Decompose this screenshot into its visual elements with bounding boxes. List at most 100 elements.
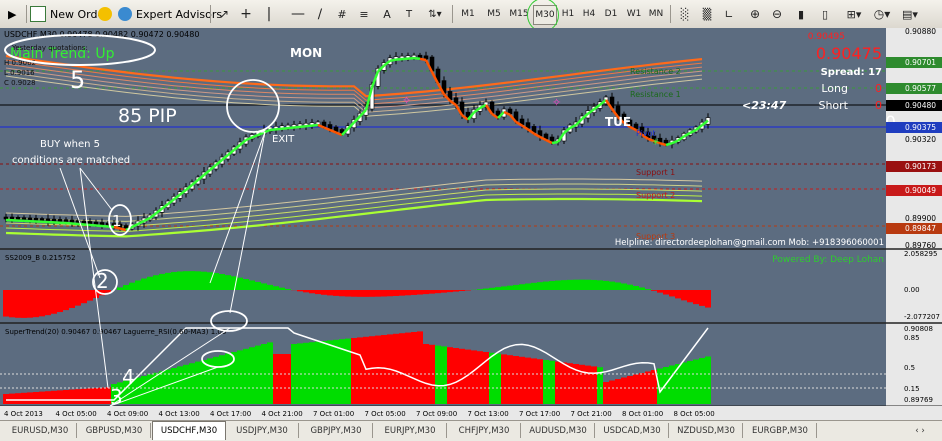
supertrend-bar (135, 378, 141, 404)
candle-body (10, 217, 14, 219)
supertrend-bar (525, 358, 531, 404)
expert-advisors-button[interactable]: Expert Advisors (98, 4, 222, 24)
chart-shift-icon[interactable]: ▯ (816, 5, 834, 23)
bar-chart-icon[interactable]: ░ (676, 5, 694, 23)
zoom-out-icon[interactable]: ⊖ (768, 5, 786, 23)
price-tick-label: 0.89847 (905, 224, 936, 233)
ss2009-bar (693, 290, 699, 304)
supertrend-bar (633, 375, 639, 405)
trendline-icon[interactable]: ∕ (312, 5, 328, 23)
ss2009-bar (135, 280, 141, 290)
supertrend-bar (183, 365, 189, 404)
timeframe-h1[interactable]: H1 (559, 5, 577, 23)
line-chart-icon[interactable]: ∟ (720, 5, 738, 23)
channel-icon[interactable]: # (334, 5, 350, 23)
symbol-tab[interactable]: GBPJPY,M30 (300, 423, 373, 438)
supertrend-bar (591, 366, 597, 404)
supertrend-line (552, 142, 558, 143)
symbol-tab[interactable]: NZDUSD,M30 (670, 423, 743, 438)
symbol-tab[interactable]: EURUSD,M30 (4, 423, 77, 438)
supertrend-bar (333, 340, 339, 404)
supertrend-bar (693, 360, 699, 405)
ss2009-bar (447, 290, 453, 292)
candlestick-icon[interactable]: ▒ (698, 5, 716, 23)
indicator-tick-label: 0.00 (904, 286, 920, 294)
ss2009-bar (423, 290, 429, 294)
supertrend-bar (555, 362, 561, 404)
arrows-icon[interactable]: ⇅▾ (424, 5, 446, 23)
templates-icon[interactable]: ▤▾ (898, 5, 922, 23)
symbol-tab[interactable]: USDCAD,M30 (596, 423, 669, 438)
indicators-icon[interactable]: ⊞▾ (842, 5, 866, 23)
ss2009-bar (525, 284, 531, 290)
symbol-tab[interactable]: EURGBP,M30 (744, 423, 817, 438)
tab-scroll-arrows[interactable]: ‹ › (905, 423, 935, 438)
ss2009-label: SS2009_B 0.215752 (5, 254, 76, 262)
timeframe-w1[interactable]: W1 (624, 5, 644, 23)
chart-window[interactable]: USDCHF,M30 0.90478 0.90482 0.90472 0.904… (0, 28, 942, 420)
supertrend-line (66, 223, 72, 224)
ss2009-bar (201, 272, 207, 290)
supertrend-bar (351, 338, 357, 404)
fibonacci-icon[interactable]: ≡ (356, 5, 372, 23)
symbol-tab[interactable]: GBPUSD,M30 (78, 423, 151, 438)
ss2009-bar (435, 290, 441, 293)
ss2009-bar (591, 280, 597, 290)
warning-icon (98, 7, 112, 21)
timeframe-m5[interactable]: M5 (484, 5, 504, 23)
supertrend-line (282, 128, 288, 129)
chart-canvas[interactable]: USDCHF,M30 0.90478 0.90482 0.90472 0.904… (0, 28, 942, 420)
arrow-marker-3: ✳ (652, 138, 660, 148)
supertrend-bar (45, 391, 51, 404)
price-tick-label: 0.90320 (905, 135, 936, 144)
monday-label: MON (290, 46, 322, 60)
cursor-icon[interactable]: ↗ (216, 5, 232, 23)
zoom-in-icon[interactable]: ⊕ (746, 5, 764, 23)
symbol-tab[interactable]: AUDUSD,M30 (522, 423, 595, 438)
ss2009-bar (609, 282, 615, 290)
indicator-tick-label: 0.85 (904, 334, 920, 342)
ss2009-bar (537, 282, 543, 290)
timeframe-m1[interactable]: M1 (458, 5, 478, 23)
supertrend-bar (189, 363, 195, 404)
pip-label: 85 PIP (118, 105, 177, 127)
text-icon[interactable]: A (380, 5, 394, 23)
time-tick-label: 7 Oct 21:00 (571, 410, 612, 418)
indicator-tick-label: 0.15 (904, 385, 920, 393)
ss2009-bar (117, 287, 123, 290)
buy-note-line1: BUY when 5 (40, 139, 100, 150)
ss2009-bar (177, 271, 183, 290)
ss2009-bar (651, 290, 657, 291)
resistance-2-label: Resistance 2 (630, 67, 681, 76)
supertrend-bar (549, 361, 555, 404)
ss2009-bar (663, 290, 669, 295)
ss2009-bar (333, 290, 339, 296)
timeframe-mn[interactable]: MN (646, 5, 666, 23)
bid-big-label: 0.90475 (816, 44, 882, 63)
ss2009-bar (495, 287, 501, 290)
timeframe-d1[interactable]: D1 (602, 5, 620, 23)
symbol-tab[interactable]: CHFJPY,M30 (448, 423, 521, 438)
symbol-tab[interactable]: USDJPY,M30 (226, 423, 299, 438)
ss2009-bar (315, 290, 321, 294)
vertical-line-icon[interactable]: | (262, 5, 276, 23)
supertrend-bar (279, 354, 285, 404)
new-order-button[interactable]: New Order (30, 4, 109, 24)
ss2009-bar (243, 279, 249, 290)
symbol-tab[interactable]: EURJPY,M30 (374, 423, 447, 438)
crosshair-icon[interactable]: + (238, 5, 254, 23)
periods-clock-icon[interactable]: ◷▾ (870, 5, 894, 23)
supertrend-bar (309, 342, 315, 404)
ss2009-bar (561, 280, 567, 290)
text-label-icon[interactable]: T (402, 5, 416, 23)
supertrend-bar (99, 388, 105, 404)
auto-scroll-icon[interactable]: ▮ (792, 5, 810, 23)
cursor-arrow-icon[interactable]: ▶ (8, 4, 24, 24)
horizontal-line-icon[interactable]: — (290, 5, 306, 23)
supertrend-bar (681, 363, 687, 405)
supertrend-line (90, 225, 96, 226)
supertrend-line (306, 126, 312, 127)
timeframe-h4[interactable]: H4 (580, 5, 598, 23)
toolbar: ▶ New Order Expert Advisors ↗ + | — ∕ # … (0, 0, 942, 29)
symbol-tab[interactable]: USDCHF,M30 (152, 421, 226, 440)
